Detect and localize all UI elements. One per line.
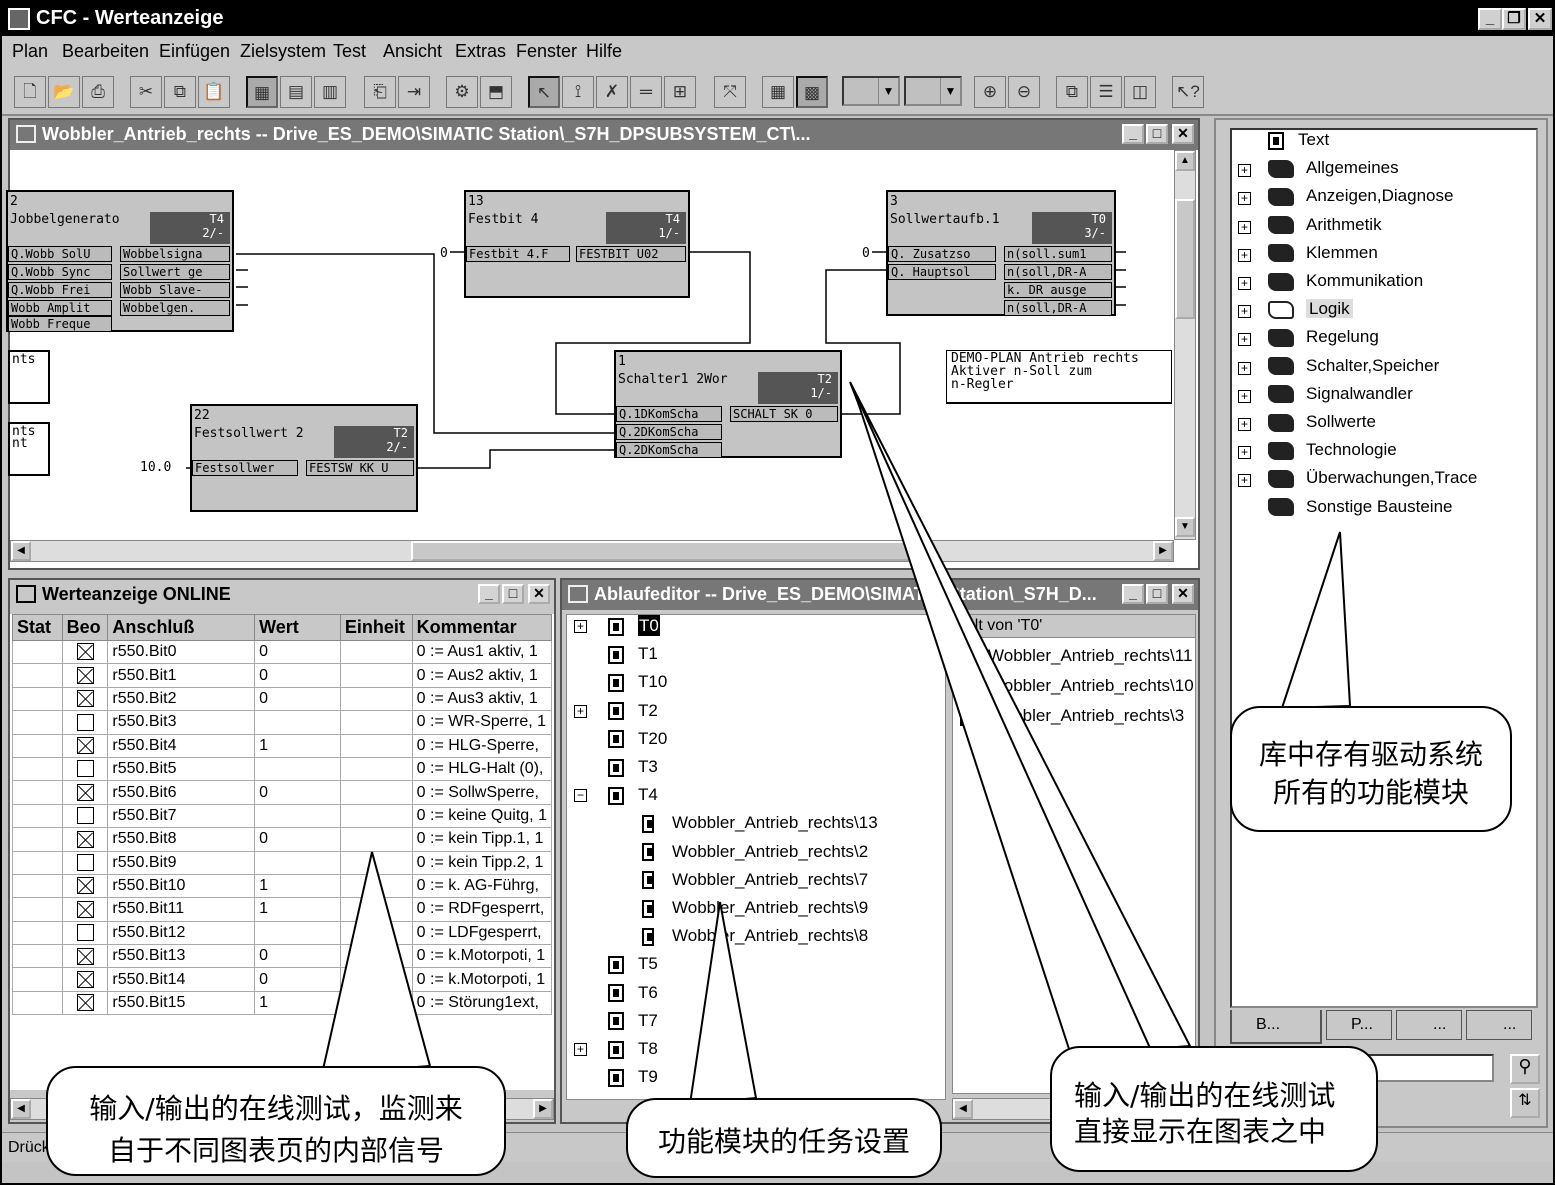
callout-line: 功能模块的任务设置	[657, 1125, 910, 1158]
callout-library: 库中存有驱动系统 所有的功能模块	[1230, 706, 1512, 832]
callout-line: 直接显示在图表之中	[1074, 1115, 1327, 1148]
callout-ablauf: 功能模块的任务设置	[626, 1098, 942, 1178]
callout-pointers	[320, 381, 1352, 1106]
callout-line: 自于不同图表页的内部信号	[107, 1134, 444, 1167]
callout-line: 输入/输出的在线测试	[1074, 1079, 1336, 1112]
callout-chart: 输入/输出的在线测试 直接显示在图表之中	[1050, 1046, 1378, 1172]
callout-line: 输入/输出的在线测试，监测来	[89, 1092, 463, 1125]
callout-line: 所有的功能模块	[1272, 776, 1469, 809]
callout-line: 库中存有驱动系统	[1258, 738, 1483, 771]
callout-werte: 输入/输出的在线测试，监测来 自于不同图表页的内部信号	[46, 1066, 506, 1176]
